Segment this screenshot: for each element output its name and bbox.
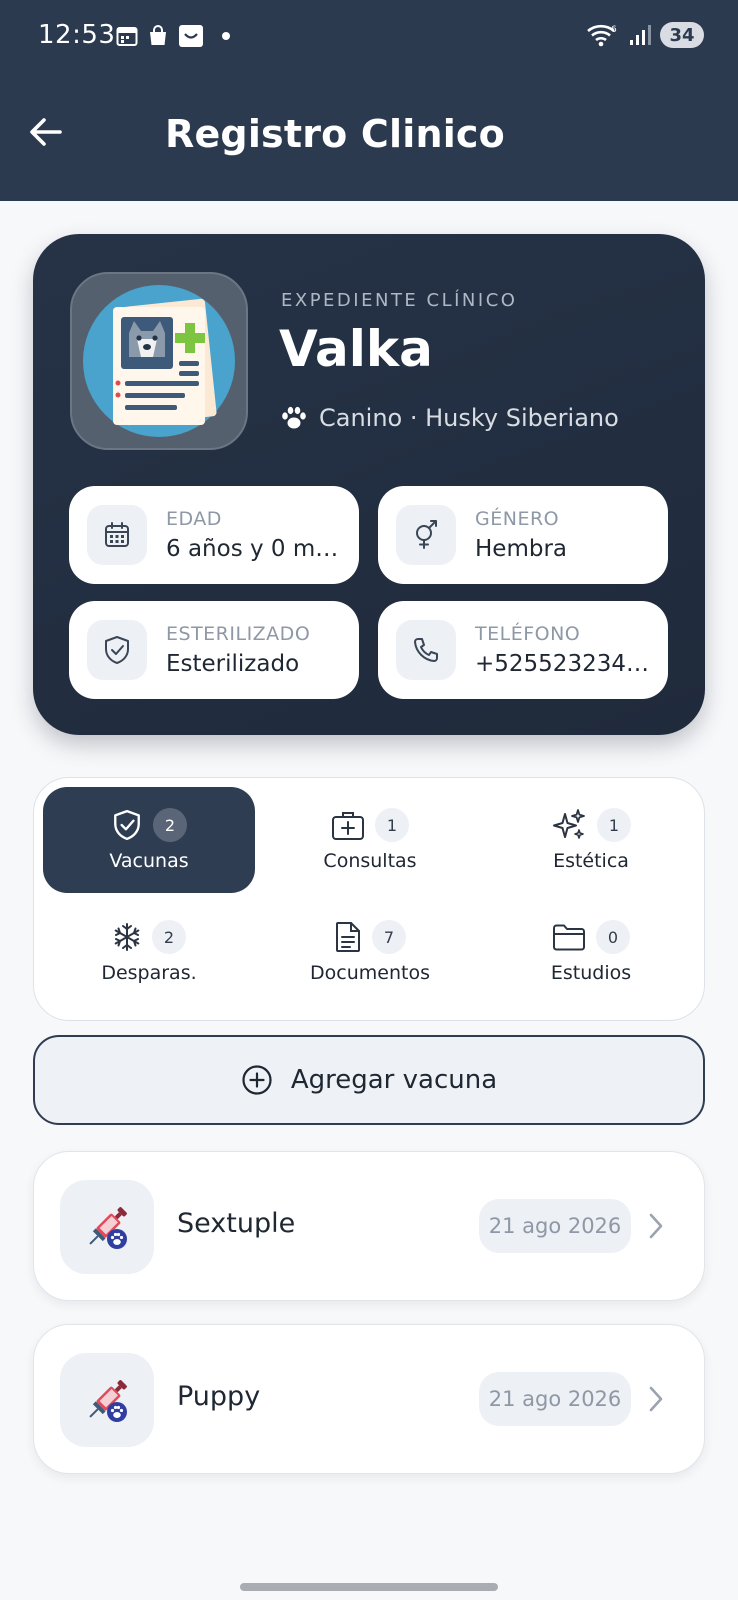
record-tabs: 2 Vacunas 1 Consultas 1 Estética 2 Despa… <box>33 777 705 1021</box>
medical-kit-icon <box>332 812 364 840</box>
info-key: GÉNERO <box>475 508 560 530</box>
sparkles-icon <box>553 809 585 839</box>
clinical-record-illustration-icon <box>83 285 235 437</box>
shield-check-icon <box>114 809 140 841</box>
paw-icon <box>282 406 306 429</box>
info-tile-sterilized: ESTERILIZADO Esterilizado <box>69 601 359 699</box>
tab-consultas[interactable]: 1 Consultas <box>264 787 476 893</box>
info-value: Esterilizado <box>166 651 300 677</box>
tab-label: Vacunas <box>109 850 189 872</box>
tab-label: Estudios <box>550 962 632 984</box>
add-vaccine-button[interactable]: Agregar vacuna <box>33 1035 705 1125</box>
vaccine-date-badge: 21 ago 2026 <box>479 1199 631 1253</box>
vaccine-syringe-icon <box>60 1180 154 1274</box>
vaccine-name: Sextuple <box>177 1208 296 1239</box>
status-time: 12:53 <box>38 20 116 50</box>
tab-estetica[interactable]: 1 Estética <box>485 787 697 893</box>
info-tile-age: EDAD 6 años y 0 mes... <box>69 486 359 584</box>
patient-card: EXPEDIENTE CLÍNICO Valka Canino · Husky … <box>33 234 705 735</box>
info-value: Hembra <box>475 536 567 562</box>
calendar-notification-icon <box>116 27 138 46</box>
snowflake-icon <box>114 923 140 951</box>
back-button[interactable] <box>24 110 68 154</box>
info-tile-phone[interactable]: TELÉFONO +525523234546 <box>378 601 668 699</box>
tab-label: Consultas <box>323 850 417 872</box>
patient-breed-row: Canino · Husky Siberiano <box>281 404 619 432</box>
tab-count: 1 <box>375 808 409 842</box>
status-bar: 12:53 6 34 <box>0 0 738 74</box>
phone-icon <box>396 620 456 680</box>
document-icon <box>336 922 360 952</box>
tab-label: Desparas. <box>101 962 197 984</box>
info-value: +525523234546 <box>475 651 655 677</box>
page-title: Registro Clinico <box>165 112 505 156</box>
info-key: TELÉFONO <box>475 623 581 645</box>
tab-vacunas[interactable]: 2 Vacunas <box>43 787 255 893</box>
home-indicator[interactable] <box>240 1583 498 1591</box>
vaccine-syringe-icon <box>60 1353 154 1447</box>
system-indicators: 6 34 <box>586 22 704 48</box>
notification-icons <box>116 24 230 48</box>
tab-estudios[interactable]: 0 Estudios <box>485 899 697 1005</box>
tab-count: 7 <box>372 920 406 954</box>
calendar-icon <box>87 505 147 565</box>
gender-icon <box>396 505 456 565</box>
top-bar: 12:53 6 34 Registro Clinico <box>0 0 738 201</box>
tab-desparasitacion[interactable]: 2 Desparas. <box>43 899 255 1005</box>
folder-icon <box>553 924 585 951</box>
tab-label: Documentos <box>310 962 430 984</box>
wifi-icon: 6 <box>587 24 617 47</box>
signal-icon <box>630 25 651 45</box>
add-vaccine-label: Agregar vacuna <box>290 1065 498 1095</box>
store-icon <box>179 25 203 47</box>
patient-species-breed: Canino · Husky Siberiano <box>319 404 619 432</box>
chevron-right-icon <box>649 1213 663 1239</box>
vaccine-list-item[interactable]: Sextuple 21 ago 2026 <box>33 1151 705 1301</box>
battery-indicator: 34 <box>660 22 704 48</box>
patient-avatar <box>70 272 248 450</box>
tab-documentos[interactable]: 7 Documentos <box>264 899 476 1005</box>
info-tile-gender: GÉNERO Hembra <box>378 486 668 584</box>
record-label: EXPEDIENTE CLÍNICO <box>281 290 518 311</box>
shopping-bag-icon <box>150 25 166 45</box>
info-key: EDAD <box>166 508 222 530</box>
vaccine-name: Puppy <box>177 1381 261 1412</box>
vaccine-list-item[interactable]: Puppy 21 ago 2026 <box>33 1324 705 1474</box>
shield-check-icon <box>87 620 147 680</box>
vaccine-date-badge: 21 ago 2026 <box>479 1372 631 1426</box>
patient-name: Valka <box>279 320 433 378</box>
tab-count: 2 <box>153 808 187 842</box>
tab-label: Estética <box>553 850 629 872</box>
info-value: 6 años y 0 mes... <box>166 536 346 562</box>
more-notifications-dot <box>222 32 230 40</box>
tab-count: 2 <box>152 920 186 954</box>
tab-count: 0 <box>596 920 630 954</box>
wifi-badge: 6 <box>611 25 617 35</box>
info-key: ESTERILIZADO <box>166 623 311 645</box>
tab-count: 1 <box>597 808 631 842</box>
arrow-left-icon <box>30 118 62 146</box>
plus-circle-icon <box>242 1065 272 1095</box>
chevron-right-icon <box>649 1386 663 1412</box>
